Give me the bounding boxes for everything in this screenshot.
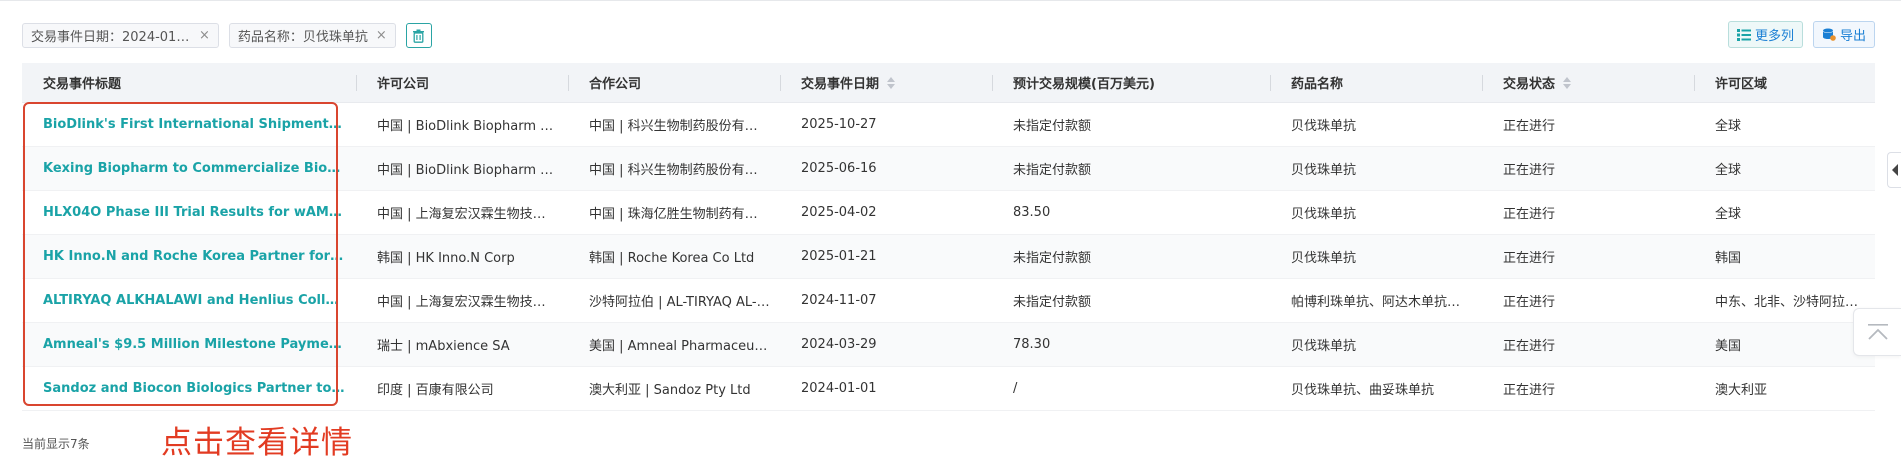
drug-cell: 贝伐珠单抗、曲妥珠单抗 xyxy=(1291,383,1435,398)
drug-cell: 贝伐珠单抗 xyxy=(1291,207,1357,222)
region-cell: 美国 xyxy=(1715,339,1742,354)
deal-size-cell: 未指定付款额 xyxy=(1013,119,1092,134)
trash-icon xyxy=(413,29,425,43)
sort-icon[interactable] xyxy=(1563,76,1572,89)
date-cell: 2025-06-16 xyxy=(801,161,877,176)
partner-cell: 中国 | 科兴生物制药股份有限公司 xyxy=(589,119,780,134)
licensor-cell: 中国 | BioDlink Biopharm Co Ltd xyxy=(377,163,568,178)
back-to-top-button[interactable] xyxy=(1853,308,1901,356)
status-cell: 正在进行 xyxy=(1503,339,1556,354)
deal-size-cell: 未指定付款额 xyxy=(1013,163,1092,178)
date-cell: 2025-10-27 xyxy=(801,117,877,132)
column-header-drug[interactable]: 药品名称 xyxy=(1270,63,1482,102)
table-body: BioDlink's First International Shipment … xyxy=(22,103,1875,411)
filter-chip-drug[interactable]: 药品名称：贝伐珠单抗 × xyxy=(228,23,396,48)
region-cell: 澳大利亚 xyxy=(1715,383,1768,398)
column-header-date[interactable]: 交易事件日期 xyxy=(780,63,992,102)
deal-size-cell: 未指定付款额 xyxy=(1013,251,1092,266)
filter-bar: 交易事件日期：2024-01-01 ~ 2025-10-27 × 药品名称：贝伐… xyxy=(22,23,432,48)
date-cell: 2024-11-07 xyxy=(801,293,877,308)
status-cell: 正在进行 xyxy=(1503,207,1556,222)
list-icon xyxy=(1736,28,1751,41)
partner-cell: 澳大利亚 | Sandoz Pty Ltd xyxy=(589,383,751,398)
region-cell: 全球 xyxy=(1715,163,1742,178)
database-export-icon xyxy=(1822,28,1836,41)
date-cell: 2024-01-01 xyxy=(801,381,877,396)
date-cell: 2025-01-21 xyxy=(801,249,877,264)
partner-cell: 中国 | 科兴生物制药股份有限公司 xyxy=(589,163,780,178)
back-to-top-icon xyxy=(1867,324,1888,340)
top-border xyxy=(0,0,1901,1)
sort-icon[interactable] xyxy=(887,76,896,89)
side-panel-toggle[interactable] xyxy=(1887,152,1901,188)
filter-chip-label: 药品名称：贝伐珠单抗 xyxy=(237,30,368,45)
deal-size-cell: 78.30 xyxy=(1013,337,1051,352)
deal-size-cell: / xyxy=(1013,381,1018,396)
region-cell: 韩国 xyxy=(1715,251,1742,266)
close-icon[interactable]: × xyxy=(199,28,210,43)
partner-cell: 美国 | Amneal Pharmaceuticals xyxy=(589,339,780,354)
date-cell: 2024-03-29 xyxy=(801,337,877,352)
deal-title-link[interactable]: Sandoz and Biocon Biologics Partner to D… xyxy=(22,381,356,396)
licensor-cell: 韩国 | HK Inno.N Corp xyxy=(377,251,515,266)
deal-title-link[interactable]: BioDlink's First International Shipment … xyxy=(22,117,356,132)
drug-cell: 贝伐珠单抗 xyxy=(1291,251,1357,266)
column-header-licensor[interactable]: 许可公司 xyxy=(356,63,568,102)
annotation-text: 点击查看详情 xyxy=(161,425,353,461)
close-icon[interactable]: × xyxy=(376,28,387,43)
table-row: Amneal's $9.5 Million Milestone Payment … xyxy=(22,323,1875,367)
table-row: BioDlink's First International Shipment … xyxy=(22,103,1875,147)
column-header-partner[interactable]: 合作公司 xyxy=(568,63,780,102)
row-count: 当前显示7条 xyxy=(22,437,90,451)
status-cell: 正在进行 xyxy=(1503,383,1556,398)
region-cell: 全球 xyxy=(1715,207,1742,222)
licensor-cell: 中国 | BioDlink Biopharm Co Ltd xyxy=(377,119,568,134)
table-row: Sandoz and Biocon Biologics Partner to D… xyxy=(22,367,1875,411)
drug-cell: 贝伐珠单抗 xyxy=(1291,163,1357,178)
licensor-cell: 中国 | 上海复宏汉霖生物技术股份有限公司 xyxy=(377,207,568,222)
table-row: Kexing Biopharm to Commercialize BioDlin… xyxy=(22,147,1875,191)
deal-title-link[interactable]: Kexing Biopharm to Commercialize BioDlin… xyxy=(22,161,356,176)
deal-title-link[interactable]: HLX04O Phase III Trial Results for wAMD … xyxy=(22,205,356,220)
deal-title-link[interactable]: HK Inno.N and Roche Korea Partner for Av… xyxy=(22,249,356,264)
region-cell: 全球 xyxy=(1715,119,1742,134)
export-label: 导出 xyxy=(1839,29,1866,44)
status-cell: 正在进行 xyxy=(1503,251,1556,266)
drug-cell: 帕博利珠单抗、阿达木单抗、贝伐珠单抗 xyxy=(1291,295,1482,310)
date-cell: 2025-04-02 xyxy=(801,205,877,220)
partner-cell: 沙特阿拉伯 | AL-TIRYAQ AL-KHALAWI xyxy=(589,295,780,310)
partner-cell: 韩国 | Roche Korea Co Ltd xyxy=(589,251,755,266)
deals-table: 交易事件标题 许可公司 合作公司 交易事件日期 预计交易规模(百万美元) 药品名… xyxy=(22,63,1875,411)
table-header: 交易事件标题 许可公司 合作公司 交易事件日期 预计交易规模(百万美元) 药品名… xyxy=(22,63,1875,103)
deal-title-link[interactable]: Amneal's $9.5 Million Milestone Payment … xyxy=(22,337,356,352)
clear-filters-button[interactable] xyxy=(405,23,432,48)
filter-chip-label: 交易事件日期：2024-01-01 ~ 2025-10-27 xyxy=(31,30,191,45)
licensor-cell: 瑞士 | mAbxience SA xyxy=(377,339,510,354)
deal-size-cell: 83.50 xyxy=(1013,205,1051,220)
region-cell: 中东、北非、沙特阿拉伯、 xyxy=(1715,295,1872,310)
licensor-cell: 中国 | 上海复宏汉霖生物技术股份有限公司 xyxy=(377,295,568,310)
drug-cell: 贝伐珠单抗 xyxy=(1291,119,1357,134)
status-cell: 正在进行 xyxy=(1503,295,1556,310)
column-header-title[interactable]: 交易事件标题 xyxy=(22,63,356,102)
drug-cell: 贝伐珠单抗 xyxy=(1291,339,1357,354)
status-cell: 正在进行 xyxy=(1503,119,1556,134)
deal-title-link[interactable]: ALTIRYAQ ALKHALAWI and Henlius Collabora… xyxy=(22,293,356,308)
column-header-region[interactable]: 许可区域 xyxy=(1694,63,1875,102)
partner-cell: 中国 | 珠海亿胜生物制药有限公司 xyxy=(589,207,780,222)
filter-chip-date[interactable]: 交易事件日期：2024-01-01 ~ 2025-10-27 × xyxy=(22,23,219,48)
column-header-status[interactable]: 交易状态 xyxy=(1482,63,1694,102)
more-columns-label: 更多列 xyxy=(1754,29,1794,44)
table-row: HK Inno.N and Roche Korea Partner for Av… xyxy=(22,235,1875,279)
export-button[interactable]: 导出 xyxy=(1812,21,1875,48)
table-row: HLX04O Phase III Trial Results for wAMD … xyxy=(22,191,1875,235)
table-row: ALTIRYAQ ALKHALAWI and Henlius Collabora… xyxy=(22,279,1875,323)
deal-size-cell: 未指定付款额 xyxy=(1013,295,1092,310)
more-columns-button[interactable]: 更多列 xyxy=(1727,21,1803,48)
status-cell: 正在进行 xyxy=(1503,163,1556,178)
table-toolbar: 更多列 导出 xyxy=(1727,21,1875,48)
caret-left-icon xyxy=(1891,164,1898,176)
licensor-cell: 印度 | 百康有限公司 xyxy=(377,383,494,398)
column-header-deal-size[interactable]: 预计交易规模(百万美元) xyxy=(992,63,1270,102)
